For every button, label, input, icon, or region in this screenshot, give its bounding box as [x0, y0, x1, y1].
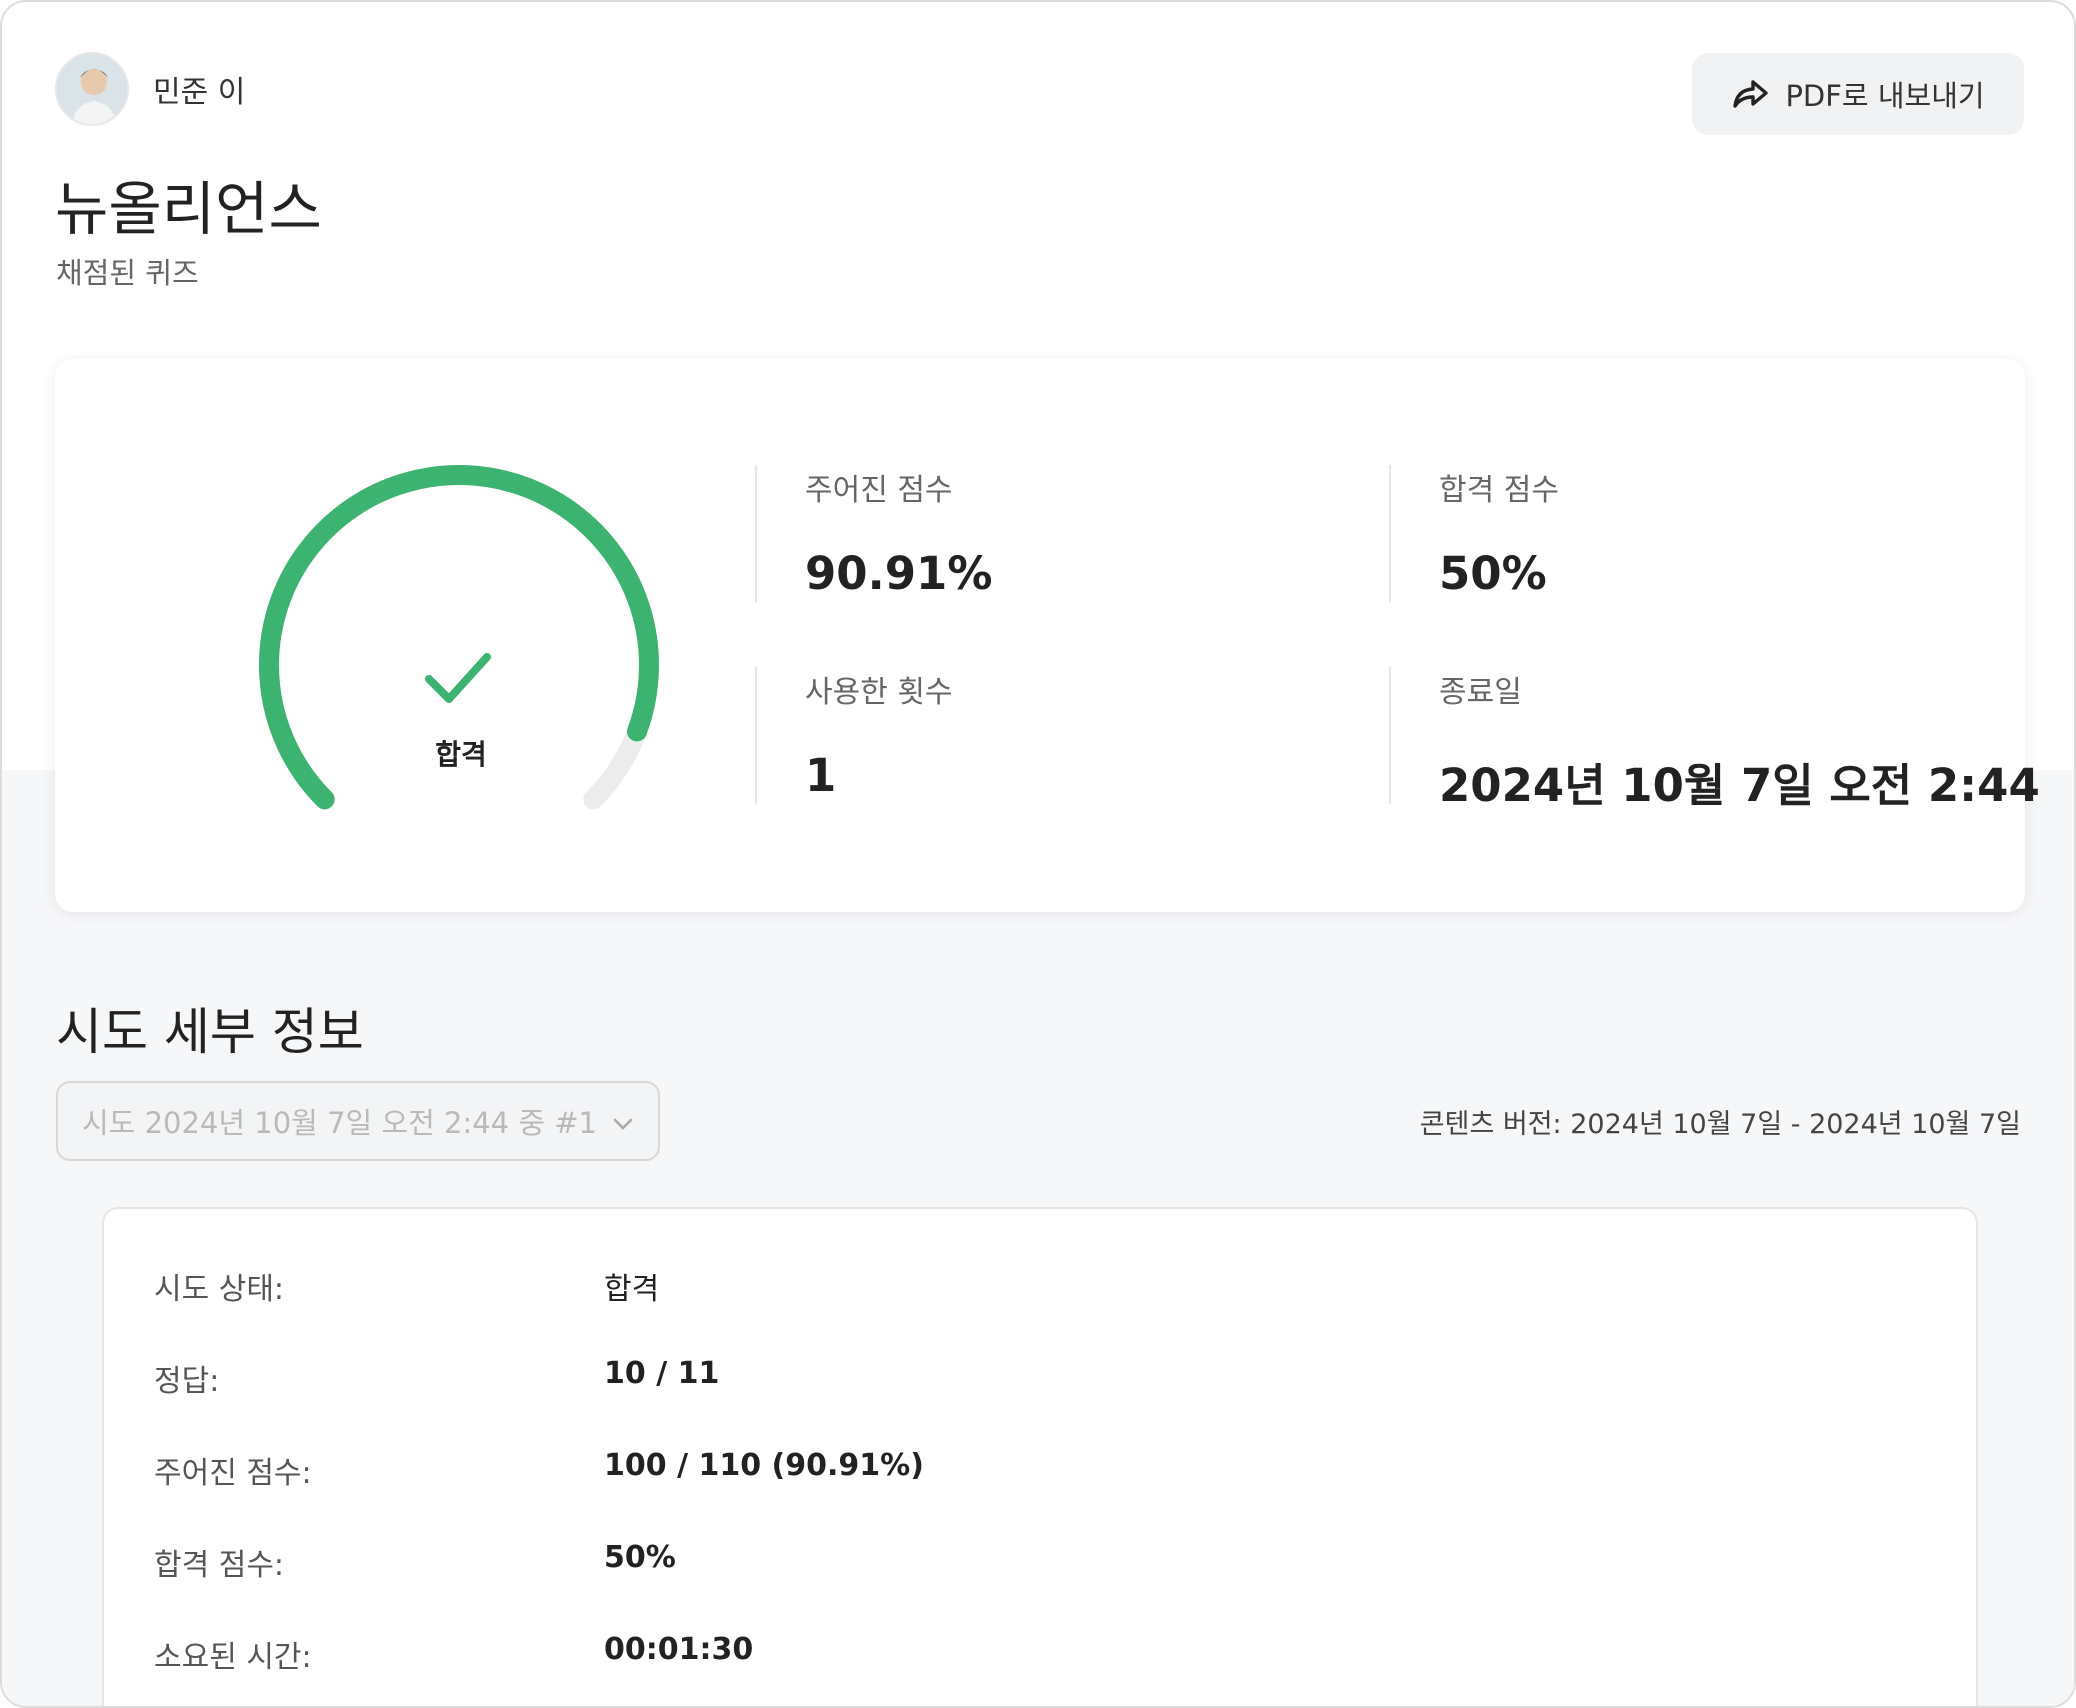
detail-row-given-score: 주어진 점수: 100 / 110 (90.91%) — [154, 1448, 1854, 1491]
check-icon — [425, 653, 491, 703]
attempts-stat: 사용한 횟수 1 — [755, 667, 953, 804]
attempt-details-title: 시도 세부 정보 — [56, 1003, 364, 1061]
user-info: 민준 이 — [55, 52, 245, 126]
detail-key: 시도 상태: — [154, 1272, 285, 1307]
detail-key: 주어진 점수: — [154, 1456, 312, 1491]
detail-key: 정답: — [154, 1364, 220, 1399]
detail-row-status: 시도 상태: 합격 — [154, 1264, 1854, 1307]
page-frame: 민준 이 PDF로 내보내기 뉴올리언스 채점된 퀴즈 합격 주어진 점수 90… — [0, 0, 2076, 1708]
given-score-stat: 주어진 점수 90.91% — [755, 465, 992, 602]
page-subtitle: 채점된 퀴즈 — [56, 256, 199, 290]
pass-score-value: 50% — [1439, 547, 1547, 600]
attempt-select-value: 시도 2024년 10월 7일 오전 2:44 중 #1 — [82, 1106, 597, 1140]
pass-score-stat: 합격 점수 50% — [1389, 465, 1559, 602]
attempt-select[interactable]: 시도 2024년 10월 7일 오전 2:44 중 #1 — [56, 1081, 660, 1161]
detail-key: 합격 점수: — [154, 1548, 285, 1583]
detail-row-correct: 정답: 10 / 11 — [154, 1356, 1854, 1399]
detail-row-pass-score: 합격 점수: 50% — [154, 1540, 1854, 1583]
attempt-detail-card: 시도 상태: 합격 정답: 10 / 11 주어진 점수: 100 / 110 … — [102, 1207, 1978, 1706]
chevron-down-icon — [612, 1104, 634, 1138]
share-arrow-icon — [1731, 78, 1769, 110]
end-date-value: 2024년 10월 7일 오전 2:44 — [1439, 759, 2040, 812]
attempts-value: 1 — [805, 749, 837, 802]
export-pdf-label: PDF로 내보내기 — [1785, 79, 1985, 113]
detail-key: 소요된 시간: — [154, 1640, 312, 1675]
avatar[interactable] — [55, 52, 129, 126]
result-label: 합격 — [435, 738, 487, 771]
detail-value: 10 / 11 — [604, 1356, 720, 1391]
page-title: 뉴올리언스 — [55, 175, 322, 243]
score-gauge: 합격 — [201, 429, 721, 829]
attempts-label: 사용한 횟수 — [805, 675, 953, 710]
content-version: 콘텐츠 버전: 2024년 10월 7일 - 2024년 10월 7일 — [1419, 1109, 2021, 1140]
pass-score-label: 합격 점수 — [1439, 473, 1559, 508]
user-name: 민준 이 — [153, 75, 246, 110]
given-score-value: 90.91% — [805, 547, 993, 600]
detail-value: 50% — [604, 1540, 676, 1575]
export-pdf-button[interactable]: PDF로 내보내기 — [1692, 53, 2024, 135]
detail-value: 100 / 110 (90.91%) — [604, 1448, 924, 1483]
end-date-label: 종료일 — [1439, 675, 1522, 710]
detail-value: 00:01:30 — [604, 1632, 754, 1667]
given-score-label: 주어진 점수 — [805, 473, 953, 508]
end-date-stat: 종료일 2024년 10월 7일 오전 2:44 — [1389, 667, 2040, 812]
detail-value: 합격 — [604, 1272, 660, 1307]
detail-row-time: 소요된 시간: 00:01:30 — [154, 1632, 1854, 1675]
summary-card: 합격 주어진 점수 90.91% 합격 점수 50% 사용한 횟수 1 종료일 … — [55, 359, 2040, 912]
